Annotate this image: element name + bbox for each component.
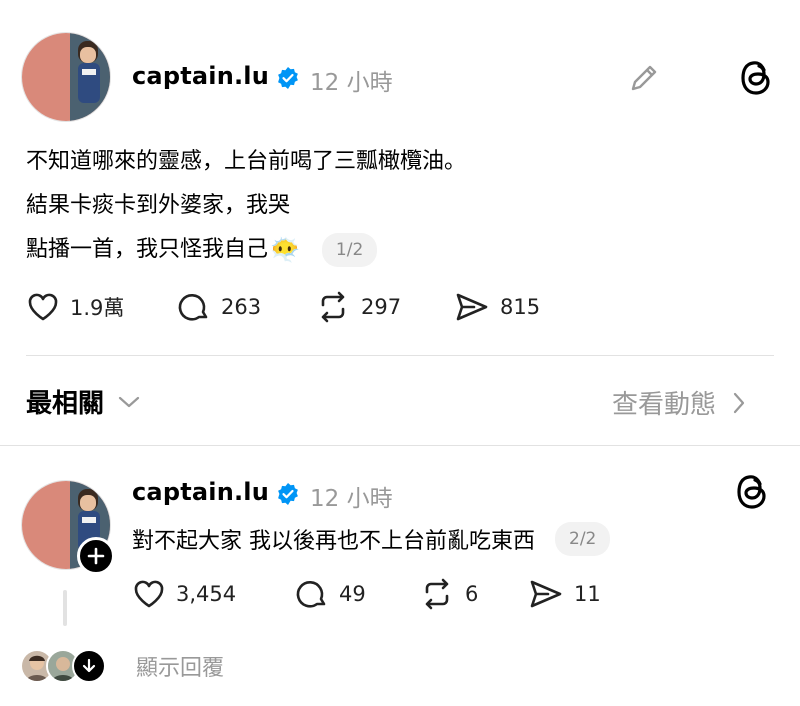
verified-badge-icon xyxy=(278,67,298,89)
repost-count: 6 xyxy=(465,582,479,606)
repost-icon xyxy=(321,291,345,323)
share-count: 11 xyxy=(574,582,601,606)
comment-count: 49 xyxy=(339,582,366,606)
send-icon xyxy=(456,293,488,321)
comment-button[interactable]: 49 xyxy=(295,577,366,611)
face-in-clouds-emoji: 😶‍🌫️ xyxy=(270,236,300,264)
chevron-right-icon xyxy=(733,392,745,413)
like-button[interactable]: 1.9萬 xyxy=(26,290,124,324)
threads-logo-icon[interactable] xyxy=(734,472,770,512)
verified-badge-icon xyxy=(278,483,298,505)
share-button[interactable]: 11 xyxy=(528,577,601,611)
post-line-2: 結果卡痰卡到外婆家，我哭 xyxy=(26,193,291,218)
thread-line xyxy=(63,590,67,626)
username[interactable]: captain.lu xyxy=(132,62,269,90)
repost-button[interactable]: 6 xyxy=(419,577,478,611)
like-count: 3,454 xyxy=(176,582,237,606)
edit-pencil-icon[interactable] xyxy=(627,61,661,95)
comment-bubble-icon xyxy=(296,581,326,608)
like-count: 1.9萬 xyxy=(70,296,125,320)
chevron-down-icon xyxy=(118,396,140,407)
repost-icon xyxy=(425,578,449,610)
view-activity-link[interactable]: 查看動態 xyxy=(612,384,746,421)
post-time: 12 小時 xyxy=(310,70,393,96)
comment-bubble-icon xyxy=(178,294,208,321)
like-button[interactable]: 3,454 xyxy=(132,577,236,611)
arrow-down-icon xyxy=(82,658,96,673)
expand-replies-button[interactable] xyxy=(72,649,106,683)
send-icon xyxy=(530,580,562,608)
username[interactable]: captain.lu xyxy=(132,478,269,506)
follow-button[interactable] xyxy=(77,537,115,575)
repost-button[interactable]: 297 xyxy=(315,290,401,324)
post-line-3-text: 點播一首，我只怪我自己 xyxy=(26,237,269,262)
post-line-1: 不知道哪來的靈感，上台前喝了三瓢橄欖油。 xyxy=(26,149,467,174)
reply-text: 對不起大家 我以後再也不上台前亂吃東西 xyxy=(132,529,535,554)
divider xyxy=(26,355,774,356)
post-line-3: 點播一首，我只怪我自己 😶‍🌫️ 1/2 xyxy=(26,228,378,272)
view-activity-label: 查看動態 xyxy=(612,390,717,420)
comment-button[interactable]: 263 xyxy=(177,290,261,324)
reply-time: 12 小時 xyxy=(310,486,393,512)
reply-body: 對不起大家 我以後再也不上台前亂吃東西 2/2 xyxy=(132,522,611,556)
sort-selector[interactable]: 最相關 xyxy=(26,383,140,420)
share-count: 815 xyxy=(500,295,541,319)
sort-label: 最相關 xyxy=(26,389,105,419)
show-replies-label[interactable]: 顯示回覆 xyxy=(136,650,224,682)
plus-icon xyxy=(87,547,105,565)
comment-count: 263 xyxy=(221,295,262,319)
share-button[interactable]: 815 xyxy=(454,290,540,324)
divider xyxy=(0,445,800,446)
avatar[interactable] xyxy=(21,32,111,122)
page-indicator: 1/2 xyxy=(321,233,378,267)
threads-logo-icon[interactable] xyxy=(738,58,774,98)
heart-icon xyxy=(28,293,58,321)
repost-count: 297 xyxy=(361,295,402,319)
show-replies-row[interactable]: 顯示回覆 xyxy=(20,649,224,683)
page-indicator: 2/2 xyxy=(555,522,611,556)
heart-icon xyxy=(134,580,164,608)
